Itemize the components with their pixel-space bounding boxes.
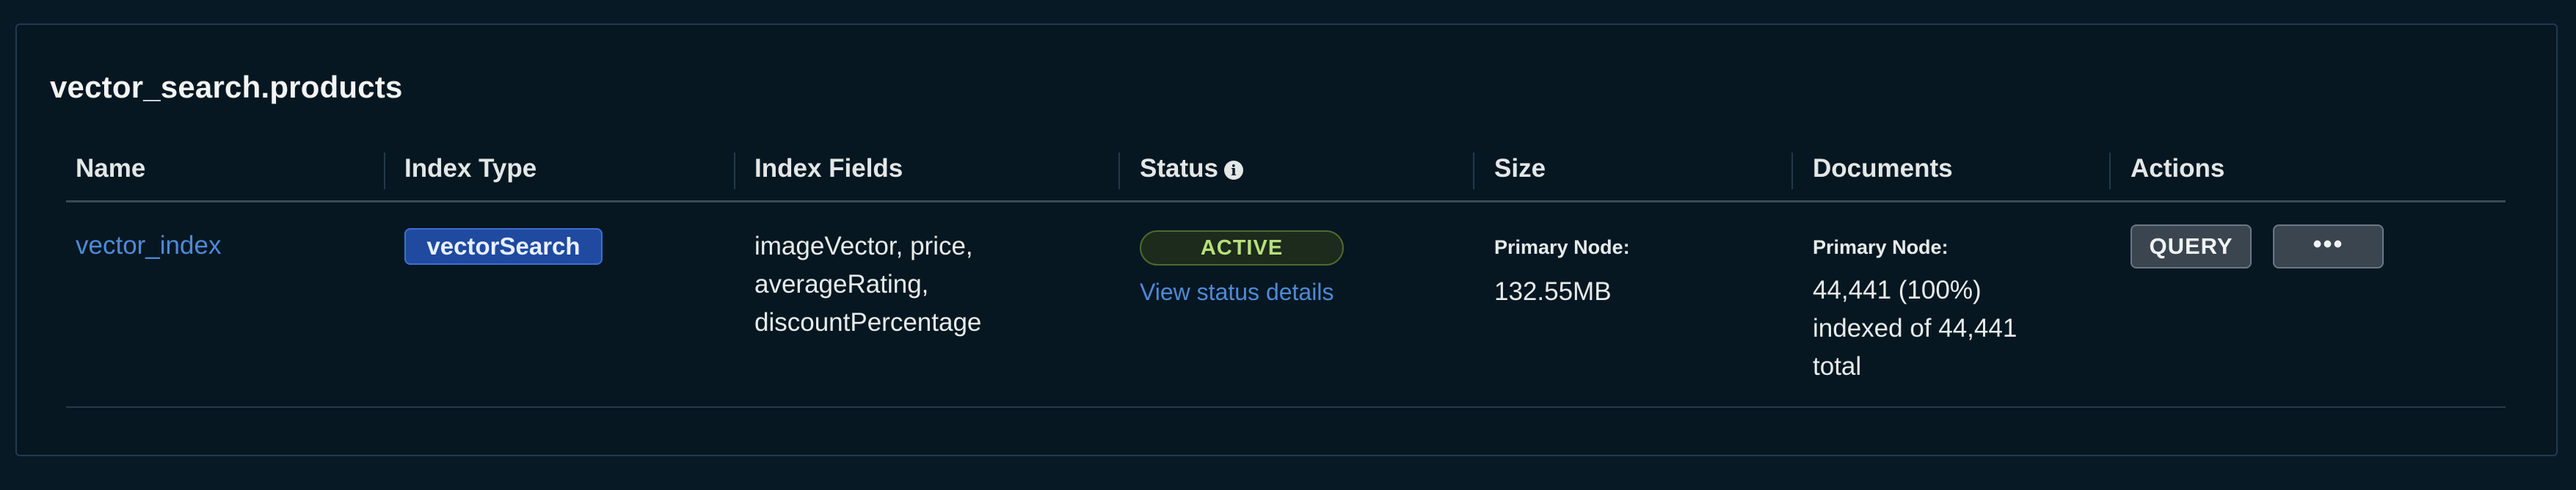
size-label: Primary Node: bbox=[1494, 236, 1630, 258]
column-separator bbox=[1473, 153, 1474, 189]
column-header-name: Name bbox=[76, 154, 146, 183]
query-button[interactable]: QUERY bbox=[2131, 224, 2252, 268]
column-header-status: Status i bbox=[1140, 154, 1243, 183]
column-header-documents: Documents bbox=[1813, 154, 1953, 183]
row-divider bbox=[66, 406, 2506, 408]
index-type-badge: vectorSearch bbox=[404, 228, 603, 265]
index-fields-line: discountPercentage bbox=[754, 308, 982, 337]
column-header-index-type: Index Type bbox=[404, 154, 537, 183]
documents-line: total bbox=[1813, 352, 1862, 381]
column-separator bbox=[1118, 153, 1120, 189]
column-header-actions: Actions bbox=[2131, 154, 2225, 183]
column-separator bbox=[2109, 153, 2111, 189]
column-separator bbox=[384, 153, 385, 189]
documents-line: indexed of 44,441 bbox=[1813, 314, 2017, 343]
column-separator bbox=[1791, 153, 1793, 189]
header-divider bbox=[66, 200, 2506, 202]
column-header-status-label: Status bbox=[1140, 154, 1218, 183]
column-header-index-fields: Index Fields bbox=[754, 154, 903, 183]
documents-line: 44,441 (100%) bbox=[1813, 276, 1982, 304]
column-header-size: Size bbox=[1494, 154, 1546, 183]
more-actions-button[interactable]: ••• bbox=[2273, 224, 2384, 268]
index-name-link[interactable]: vector_index bbox=[76, 231, 221, 260]
documents-text: 44,441 (100%) indexed of 44,441 total bbox=[1813, 271, 2017, 386]
column-separator bbox=[734, 153, 735, 189]
collection-title: vector_search.products bbox=[50, 70, 403, 104]
info-icon[interactable]: i bbox=[1223, 160, 1243, 180]
index-fields-text: imageVector, price, averageRating, disco… bbox=[754, 227, 981, 342]
index-fields-line: averageRating, bbox=[754, 270, 929, 299]
index-fields-line: imageVector, price, bbox=[754, 232, 973, 260]
documents-label: Primary Node: bbox=[1813, 236, 1949, 258]
size-value: 132.55MB bbox=[1494, 277, 1612, 306]
status-badge: ACTIVE bbox=[1140, 230, 1344, 266]
view-status-details-link[interactable]: View status details bbox=[1140, 279, 1334, 306]
